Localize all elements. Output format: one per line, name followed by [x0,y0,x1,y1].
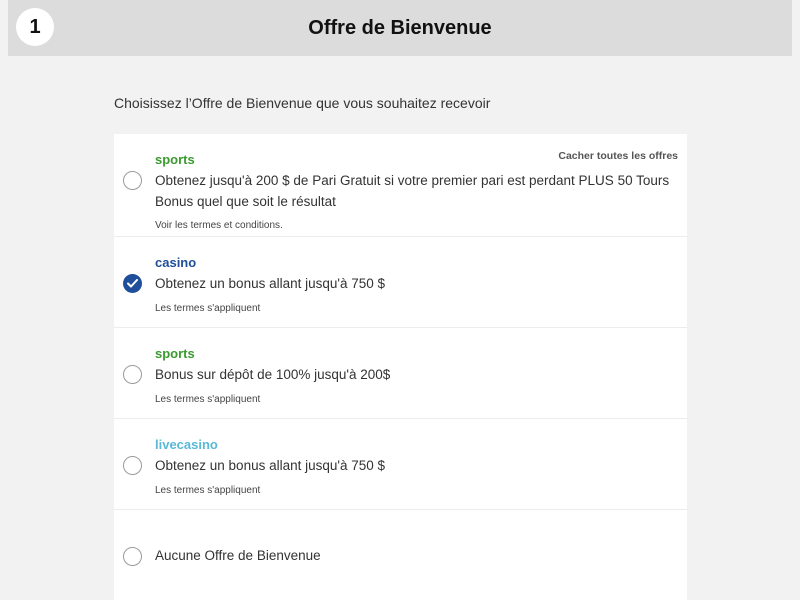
offer-category: casino [155,255,197,270]
check-icon[interactable] [123,274,142,293]
offer-description: Obtenez jusqu'à 200 $ de Pari Gratuit si… [155,173,670,209]
offer-list: Cacher toutes les offres sports Obtenez … [114,134,687,600]
offer-description: Obtenez un bonus allant jusqu'à 750 $ [155,458,386,473]
offer-terms-link[interactable]: Voir les termes et conditions. [155,220,283,231]
offer-description: Aucune Offre de Bienvenue [155,548,321,563]
offer-category: sports [155,346,195,361]
offer-terms-link[interactable]: Les termes s'appliquent [155,485,260,496]
offer-item-sports-deposit[interactable]: sports Bonus sur dépôt de 100% jusqu'à 2… [114,328,687,419]
offer-item-sports-freebet[interactable]: sports Obtenez jusqu'à 200 $ de Pari Gra… [114,134,687,237]
offer-item-livecasino[interactable]: livecasino Obtenez un bonus allant jusqu… [114,419,687,510]
offer-category: livecasino [155,437,218,452]
offer-category: sports [155,152,195,167]
radio-empty-icon[interactable] [123,547,142,566]
radio-empty-icon[interactable] [123,171,142,190]
offer-terms-link[interactable]: Les termes s'appliquent [155,394,260,405]
offer-terms-link[interactable]: Les termes s'appliquent [155,303,260,314]
radio-empty-icon[interactable] [123,456,142,475]
step-number-badge: 1 [16,8,54,46]
offer-description: Bonus sur dépôt de 100% jusqu'à 200$ [155,367,391,382]
offer-description: Obtenez un bonus allant jusqu'à 750 $ [155,276,386,291]
offer-item-none[interactable]: Aucune Offre de Bienvenue [114,510,687,600]
page-title: Offre de Bienvenue [308,16,492,39]
page-header: 1 Offre de Bienvenue [8,0,792,56]
offer-item-casino[interactable]: casino Obtenez un bonus allant jusqu'à 7… [114,237,687,328]
radio-empty-icon[interactable] [123,365,142,384]
offer-instructions: Choisissez l’Offre de Bienvenue que vous… [114,95,491,111]
